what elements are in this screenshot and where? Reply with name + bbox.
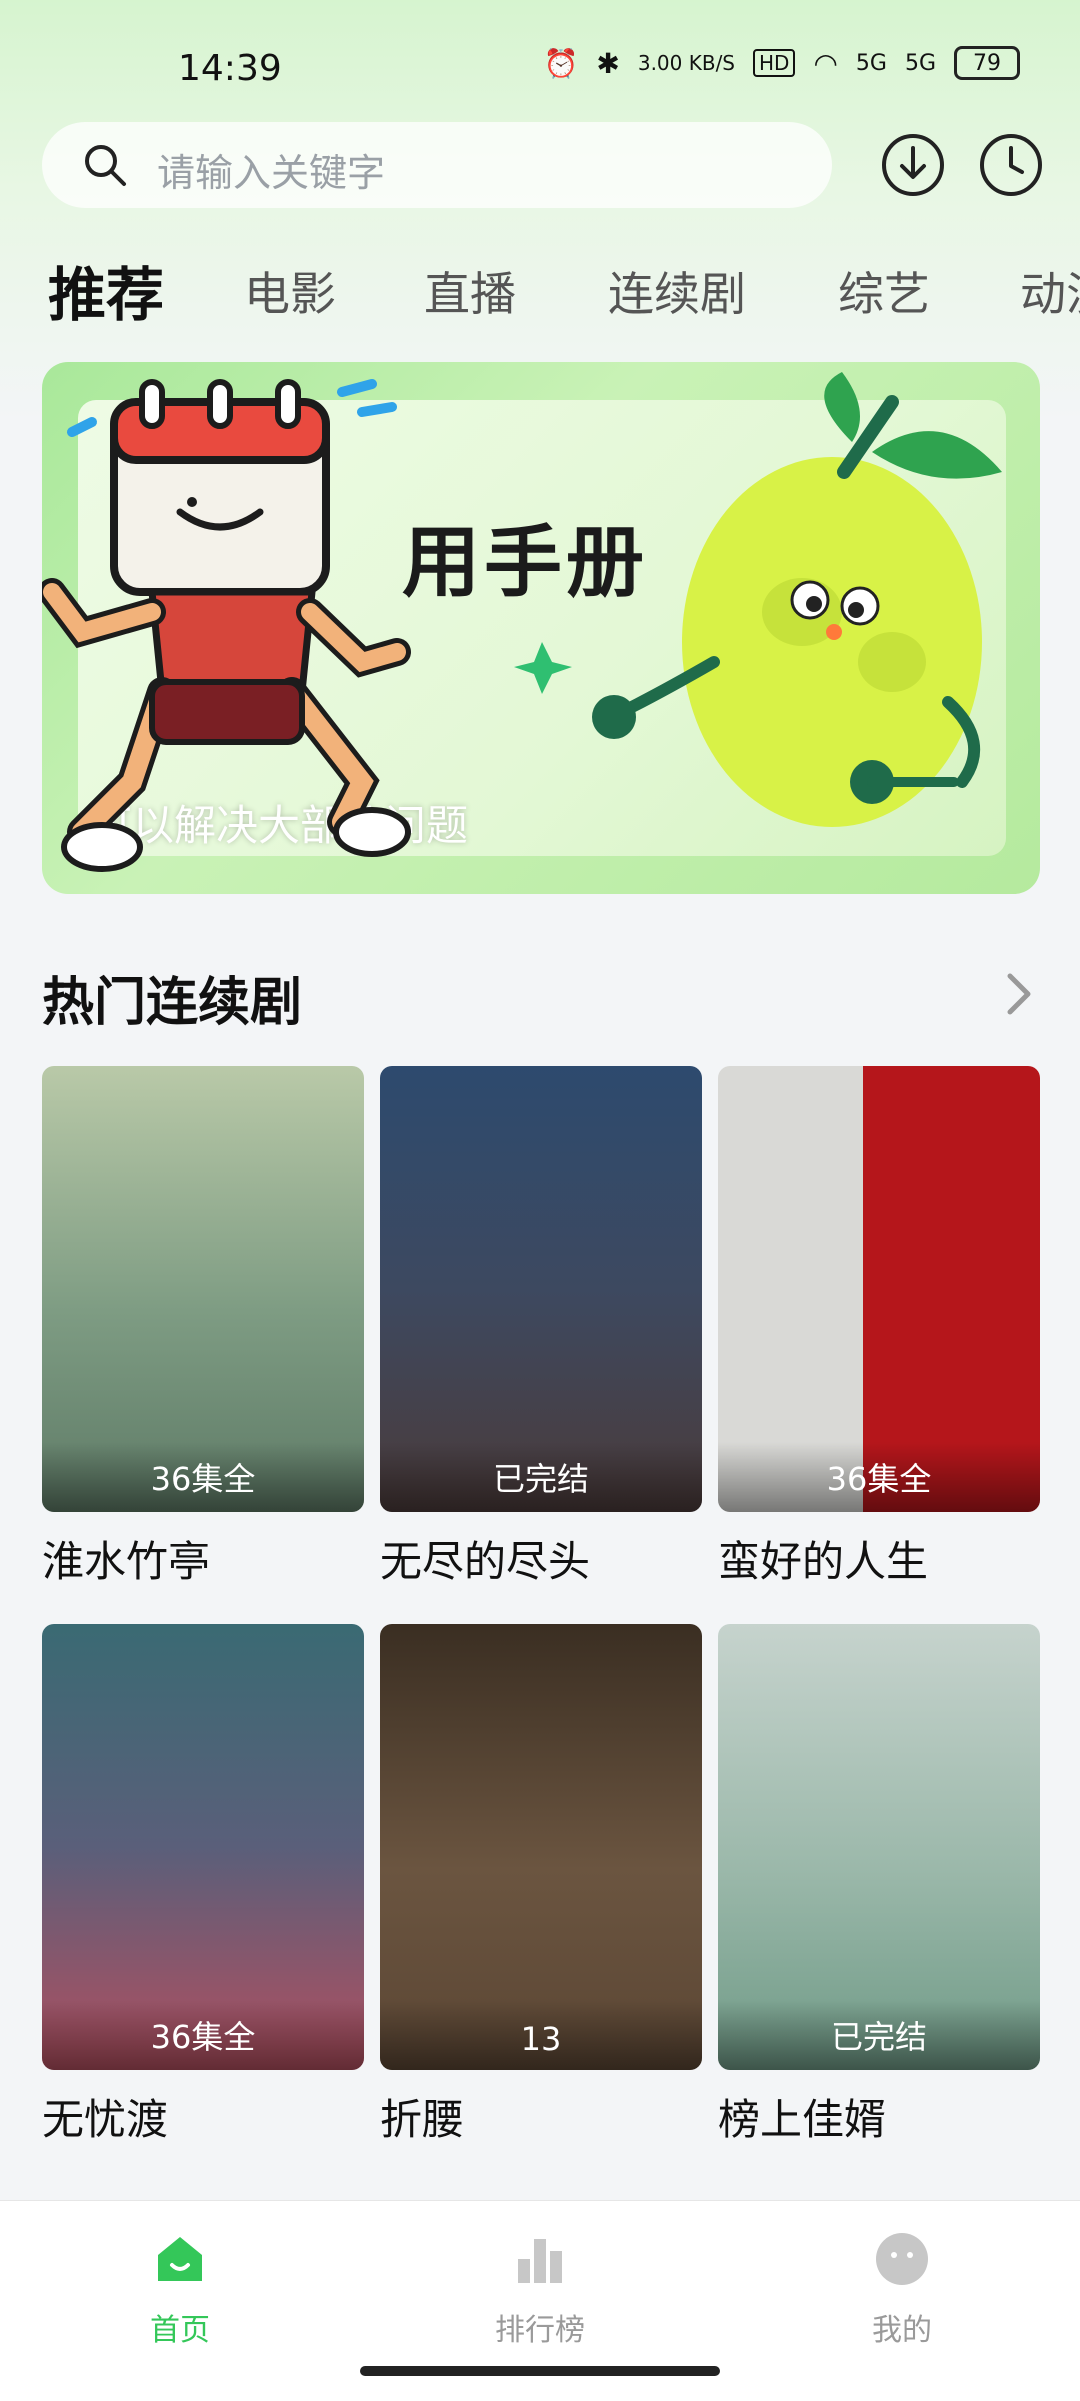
nav-label: 排行榜 — [495, 2313, 585, 2348]
episode-badge: 36集全 — [42, 1442, 364, 1512]
episode-badge: 36集全 — [42, 2000, 364, 2070]
series-poster-2: 已完结 — [380, 1066, 702, 1512]
signal-5g-icon: 5G — [855, 50, 887, 76]
tab-recommend[interactable]: 推荐 — [48, 248, 164, 328]
series-title: 榜上佳婿 — [718, 2095, 887, 2144]
nav-label: 我的 — [872, 2313, 932, 2348]
search-row: 请输入关键字 — [42, 122, 1042, 208]
search-input[interactable]: 请输入关键字 — [42, 122, 832, 208]
tab-variety[interactable]: 综艺 — [838, 258, 930, 324]
status-icons: ⏰ ✱ 3.00 KB/S HD ◠ 5G 5G 79 — [543, 46, 1020, 80]
series-title: 无忧渡 — [42, 2095, 169, 2144]
episode-badge: 36集全 — [718, 1442, 1040, 1512]
tab-movies[interactable]: 电影 — [244, 258, 336, 324]
net-speed: 3.00 KB/S — [637, 51, 736, 75]
episode-badge: 已完结 — [718, 2000, 1040, 2070]
series-poster-3: 36集全 — [718, 1066, 1040, 1512]
status-time: 14:39 — [178, 48, 282, 89]
series-title: 蛮好的人生 — [718, 1537, 929, 1586]
nav-profile[interactable]: 我的 — [802, 2231, 1002, 2349]
search-icon — [85, 145, 126, 186]
nav-label: 首页 — [150, 2313, 210, 2348]
alarm-icon: ⏰ — [543, 46, 579, 80]
banner-illustration: 100 — [42, 372, 1002, 872]
history-icon[interactable] — [976, 130, 1046, 200]
home-indicator[interactable] — [360, 2366, 720, 2376]
wifi-icon: ◠ — [813, 46, 838, 80]
promo-banner[interactable]: 用手册 可以解决大部分问题 100 — [42, 362, 1040, 894]
category-tabs: 推荐 电影 直播 连续剧 综艺 动漫 — [48, 248, 1080, 328]
series-poster-6: 已完结 — [718, 1624, 1040, 2070]
tab-live[interactable]: 直播 — [424, 258, 516, 324]
download-icon[interactable] — [878, 130, 948, 200]
home-icon — [158, 2237, 202, 2281]
battery-icon: 79 — [954, 46, 1020, 80]
series-title: 无尽的尽头 — [380, 1537, 591, 1586]
series-poster-5: 13 — [380, 1624, 702, 2070]
nav-ranking[interactable]: 排行榜 — [440, 2231, 640, 2349]
tab-series[interactable]: 连续剧 — [608, 258, 746, 324]
hot-series-header: 热门连续剧 — [42, 960, 1040, 1033]
tab-anime[interactable]: 动漫 — [1020, 258, 1080, 324]
signal-5g-icon-2: 5G — [904, 50, 936, 76]
search-placeholder: 请输入关键字 — [157, 151, 386, 195]
status-bar: 14:39 ⏰ ✱ 3.00 KB/S HD ◠ 5G 5G 79 — [0, 40, 1080, 100]
series-title: 淮水竹亭 — [42, 1537, 211, 1586]
bluetooth-icon: ✱ — [596, 46, 620, 80]
episode-badge: 13 — [380, 2000, 702, 2070]
series-title: 折腰 — [380, 2095, 465, 2144]
ranking-icon — [518, 2239, 562, 2283]
series-poster-1: 36集全 — [42, 1066, 364, 1512]
nav-home[interactable]: 首页 — [80, 2231, 280, 2349]
section-title: 热门连续剧 — [42, 973, 303, 1033]
chevron-right-icon[interactable] — [1000, 964, 1040, 1024]
hd-icon: HD — [753, 49, 796, 77]
episode-badge: 已完结 — [380, 1442, 702, 1512]
series-poster-4: 36集全 — [42, 1624, 364, 2070]
profile-icon — [876, 2233, 928, 2285]
